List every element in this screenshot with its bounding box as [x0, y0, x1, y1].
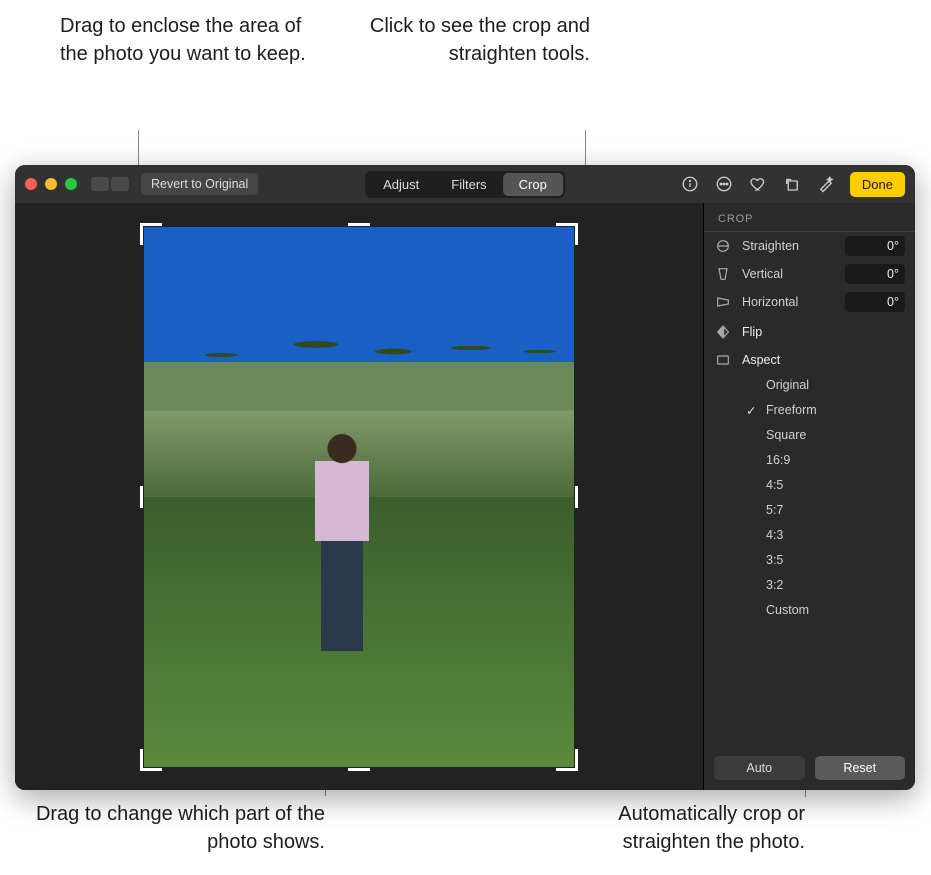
straighten-row[interactable]: Straighten 0° [704, 232, 915, 260]
zoom-window-button[interactable] [65, 178, 77, 190]
callout-crop-corner: Drag to enclose the area of the photo yo… [60, 12, 320, 68]
auto-enhance-icon[interactable] [816, 174, 836, 194]
straighten-icon [714, 238, 732, 254]
aspect-option-label: Square [766, 428, 806, 442]
aspect-option-custom[interactable]: ✓Custom [746, 601, 915, 619]
horizontal-label: Horizontal [742, 295, 835, 309]
reset-crop-button[interactable]: Reset [815, 756, 906, 780]
aspect-option-label: 5:7 [766, 503, 783, 517]
crop-handle-bottom-right[interactable] [556, 749, 578, 771]
aspect-option-label: 3:2 [766, 578, 783, 592]
crop-frame[interactable] [144, 227, 574, 767]
flip-row[interactable]: Flip [704, 316, 915, 344]
aspect-option-3-2[interactable]: ✓3:2 [746, 576, 915, 594]
aspect-option-square[interactable]: ✓Square [746, 426, 915, 444]
crop-handle-top[interactable] [348, 223, 370, 245]
photo-preview[interactable] [144, 227, 574, 767]
crop-handle-right[interactable] [556, 486, 578, 508]
vertical-value[interactable]: 0° [845, 264, 905, 284]
horizontal-row[interactable]: Horizontal 0° [704, 288, 915, 316]
edit-mode-tabs: Adjust Filters Crop [365, 171, 565, 198]
aspect-option-5-7[interactable]: ✓5:7 [746, 501, 915, 519]
straighten-label: Straighten [742, 239, 835, 253]
toolbar-right: Done [680, 172, 905, 197]
tab-crop[interactable]: Crop [503, 173, 563, 196]
tab-adjust[interactable]: Adjust [367, 173, 435, 196]
aspect-option-16-9[interactable]: ✓16:9 [746, 451, 915, 469]
callout-drag-photo: Drag to change which part of the photo s… [20, 800, 325, 856]
aspect-option-freeform[interactable]: ✓ Freeform [746, 401, 915, 419]
horizontal-perspective-icon [714, 294, 732, 310]
crop-handle-top-left[interactable] [140, 223, 162, 245]
horizontal-value[interactable]: 0° [845, 292, 905, 312]
thumbnail-strip-toggle[interactable] [91, 177, 129, 191]
aspect-option-4-5[interactable]: ✓4:5 [746, 476, 915, 494]
toolbar: Revert to Original Adjust Filters Crop D… [15, 165, 915, 203]
aspect-option-4-3[interactable]: ✓4:3 [746, 526, 915, 544]
close-window-button[interactable] [25, 178, 37, 190]
aspect-option-3-5[interactable]: ✓3:5 [746, 551, 915, 569]
revert-to-original-button[interactable]: Revert to Original [141, 173, 258, 195]
favorite-icon[interactable] [748, 174, 768, 194]
straighten-value[interactable]: 0° [845, 236, 905, 256]
crop-handle-left[interactable] [140, 486, 162, 508]
canvas-area [15, 203, 703, 790]
photos-edit-window: Revert to Original Adjust Filters Crop D… [15, 165, 915, 790]
aspect-option-label: 4:3 [766, 528, 783, 542]
crop-sidebar: CROP Straighten 0° Vertical 0° Horizo [703, 203, 915, 790]
vertical-label: Vertical [742, 267, 835, 281]
aspect-list: ✓Original ✓ Freeform ✓Square ✓16:9 ✓4:5 ✓5:7 ✓4… [704, 376, 915, 619]
info-icon[interactable] [680, 174, 700, 194]
rotate-icon[interactable] [782, 174, 802, 194]
aspect-option-label: Freeform [766, 403, 817, 417]
aspect-row[interactable]: Aspect [704, 344, 915, 372]
vertical-row[interactable]: Vertical 0° [704, 260, 915, 288]
callout-auto: Automatically crop or straighten the pho… [545, 800, 805, 856]
aspect-option-label: 16:9 [766, 453, 790, 467]
callout-crop-tab: Click to see the crop and straighten too… [350, 12, 590, 68]
aspect-option-original[interactable]: ✓Original [746, 376, 915, 394]
aspect-option-label: Original [766, 378, 809, 392]
aspect-label: Aspect [742, 353, 780, 367]
crop-handle-bottom-left[interactable] [140, 749, 162, 771]
vertical-perspective-icon [714, 266, 732, 282]
callout-line [585, 130, 586, 165]
auto-crop-button[interactable]: Auto [714, 756, 805, 780]
tab-filters[interactable]: Filters [435, 173, 502, 196]
aspect-icon [714, 352, 732, 368]
done-button[interactable]: Done [850, 172, 905, 197]
editor-body: CROP Straighten 0° Vertical 0° Horizo [15, 203, 915, 790]
flip-icon [714, 324, 732, 340]
flip-label: Flip [742, 325, 762, 339]
aspect-option-label: Custom [766, 603, 809, 617]
crop-handle-bottom[interactable] [348, 749, 370, 771]
aspect-option-label: 4:5 [766, 478, 783, 492]
window-controls [25, 178, 77, 190]
check-icon: ✓ [746, 403, 758, 418]
crop-handle-top-right[interactable] [556, 223, 578, 245]
sidebar-footer: Auto Reset [704, 746, 915, 790]
more-icon[interactable] [714, 174, 734, 194]
aspect-option-label: 3:5 [766, 553, 783, 567]
minimize-window-button[interactable] [45, 178, 57, 190]
sidebar-title: CROP [704, 203, 915, 232]
